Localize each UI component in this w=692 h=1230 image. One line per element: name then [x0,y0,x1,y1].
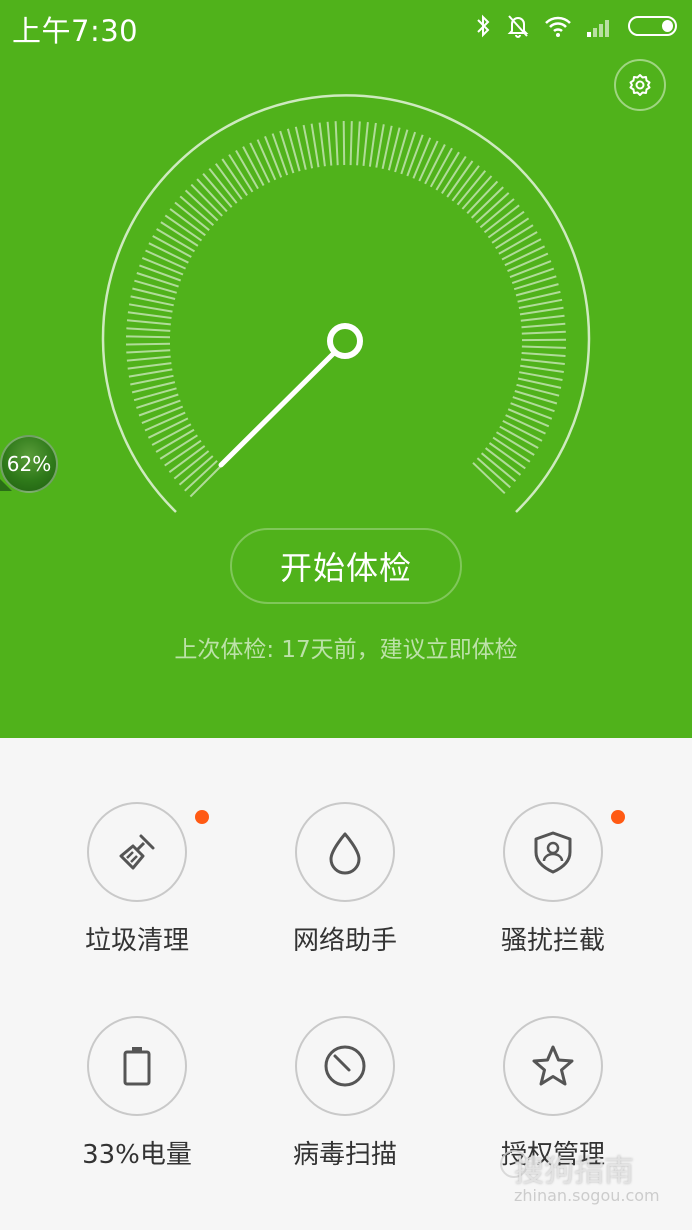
gauge-tick [126,319,171,326]
gauge-tick [521,352,566,357]
tool-network-assistant[interactable]: 网络助手 [245,802,445,982]
gauge-tick [271,133,289,176]
tool-harass-block[interactable]: 骚扰拦截 [453,802,653,982]
gauge-tick [362,122,369,166]
gauge-tick [126,327,171,332]
gauge-tick [521,322,566,329]
gauge-tick [368,122,377,167]
gauge-tick [509,260,552,279]
broom-icon [119,834,155,870]
gauge-tick [136,393,179,409]
gauge-tick [521,345,566,349]
gauge-tick [510,402,553,420]
star-icon [532,1045,574,1086]
gauge-tick [125,335,171,339]
gauge-tick [326,121,333,166]
gauge-tick [349,121,353,166]
floating-ball[interactable]: 62% [0,435,60,493]
gauge-tick [512,396,555,413]
tool-label: 病毒扫描 [292,1140,397,1170]
gauge-tick [406,134,424,177]
header-panel: 上午7:30 62% 开始体检 上次体检: 17天前，建议立即体检 [0,0,692,738]
tool-label: 骚扰拦截 [500,926,605,956]
gauge-tick [125,342,171,346]
gauge-tick [520,358,565,365]
tool-circle [503,802,603,902]
tool-circle [295,802,395,902]
battery-icon [123,1047,151,1086]
gauge-tick [139,264,182,282]
tool-circle [87,1016,187,1116]
gauge-tick [342,120,346,166]
gauge-tick [356,121,361,166]
gauge-tick [128,368,173,378]
gauge-tick [264,136,283,178]
notification-dot [195,810,209,824]
gauge-tick [511,267,555,285]
gauge [101,94,591,513]
watermark-sub: zhinan.sogou.com [514,1186,660,1205]
tool-circle [295,1016,395,1116]
gauge-tick [520,314,565,322]
gauge-tick [334,121,339,166]
gauge-tick [128,303,173,313]
gauge-tick [375,124,385,168]
tool-circle [87,802,187,902]
tool-battery[interactable]: 33%电量 [37,1016,237,1196]
gauge-tick [127,311,172,319]
gauge-tick [521,330,566,335]
gauge-tick [141,405,184,425]
start-checkup-button[interactable]: 开始体检 [230,528,462,604]
gauge-ticks [125,120,567,498]
gauge-tick [520,364,564,373]
notification-dot [611,810,625,824]
gauge-tick [138,399,181,417]
gauge-tick [507,408,550,428]
tool-label: 垃圾清理 [84,926,189,956]
floating-ball-percent: 62% [6,452,52,476]
gauge-tick [256,139,277,181]
gauge-tick [412,137,432,179]
gauge-hub [327,323,363,359]
gauge-needle [218,351,336,468]
droplet-icon [329,832,361,875]
tool-virus-scan[interactable]: 病毒扫描 [245,1016,445,1196]
gauge-tick [126,349,171,354]
gauge-tick [145,249,187,270]
gauge-tick [507,252,549,273]
shield-user-icon [534,831,572,874]
gauge-tick [141,256,184,276]
gauge-tick [136,272,179,288]
tool-label: 网络助手 [292,926,397,956]
gauge-tick [519,371,563,381]
tool-junk-clean[interactable]: 垃圾清理 [37,802,237,982]
gauge-tick [310,123,320,168]
last-checkup-text: 上次体检: 17天前，建议立即体检 [174,637,518,663]
tool-label: 33%电量 [82,1140,192,1170]
gauge-tick [126,355,171,362]
gauge-tick [400,131,417,175]
scan-dial-icon [324,1045,366,1087]
gauge-tick [144,411,186,432]
gauge-tick [127,362,172,370]
gauge-tick [318,122,326,167]
watermark: 搜狗指南 zhinan.sogou.com [500,1140,690,1220]
gauge-tick [518,298,563,309]
watermark-main: 搜狗指南 [514,1154,634,1189]
gauge-tick [519,306,564,316]
gauge-tick [279,130,295,174]
tool-circle [503,1016,603,1116]
